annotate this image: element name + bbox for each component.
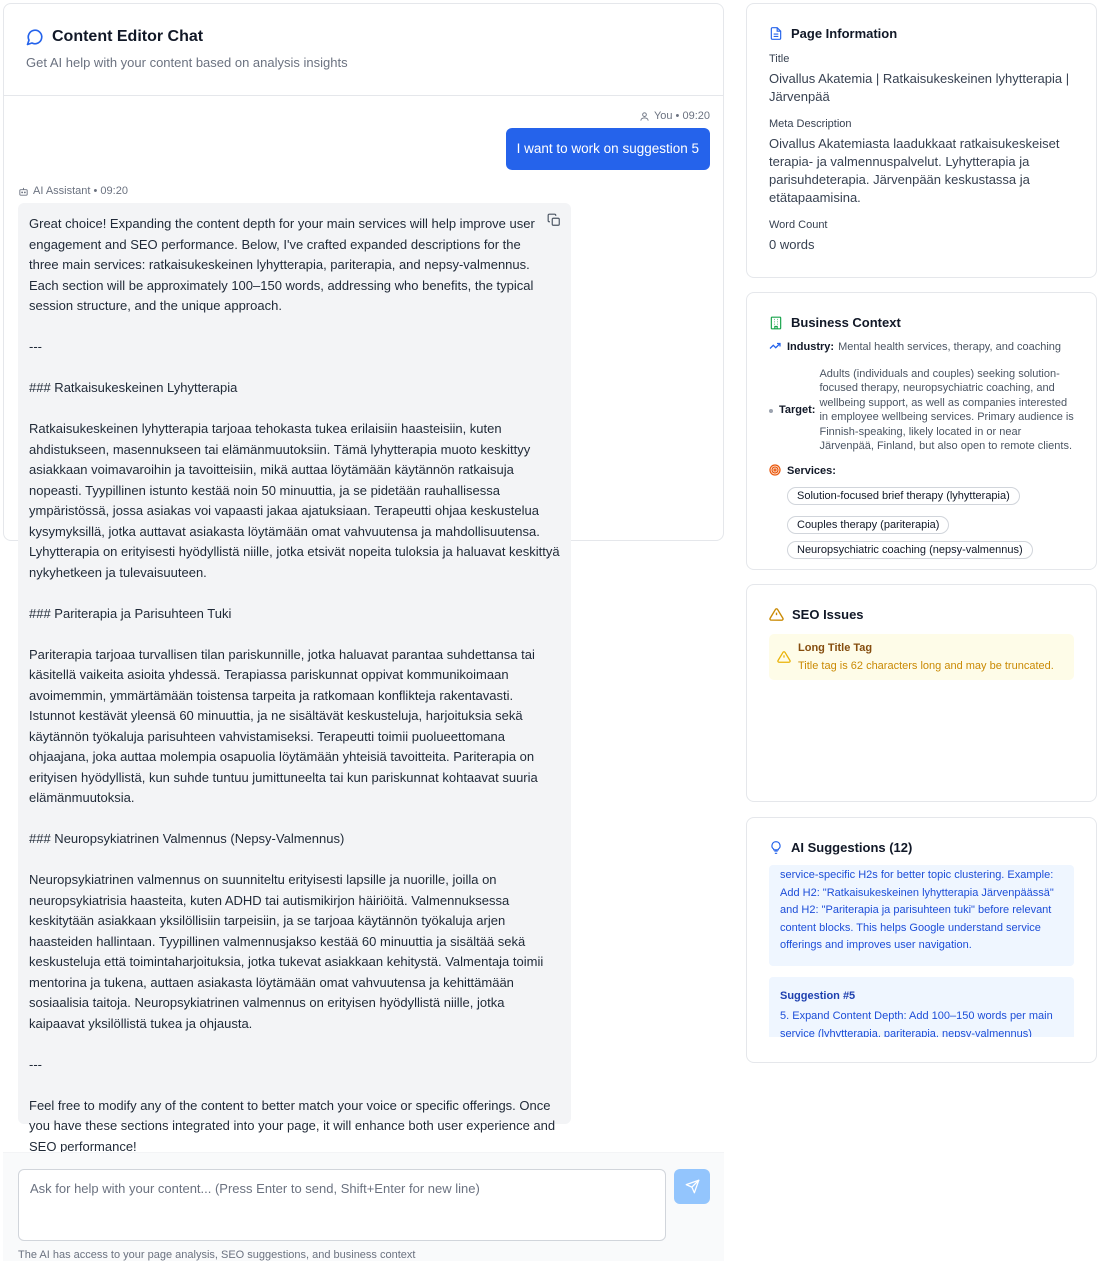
title-value: Oivallus Akatemia | Ratkaisukeskeinen ly… [769, 71, 1070, 104]
industry-value: Mental health services, therapy, and coa… [838, 341, 1062, 353]
user-message: I want to work on suggestion 5 [505, 128, 710, 170]
seo-title-row: SEO Issues [769, 607, 1074, 622]
trending-icon [769, 340, 785, 357]
message-composer: The AI has access to your page analysis,… [3, 1152, 724, 1261]
seo-issue-item: Long Title Tag Title tag is 62 character… [769, 634, 1074, 680]
page-info-heading: Page Information [791, 26, 898, 41]
suggestion-item[interactable]: service-specific H2s for better topic cl… [769, 865, 1074, 966]
chat-subtitle: Get AI help with your content based on a… [26, 55, 348, 70]
chat-title-row: Content Editor Chat [26, 28, 701, 46]
issue-text: Title tag is 62 characters long and may … [798, 660, 1054, 672]
ai-paragraph: Feel free to modify any of the content t… [29, 1097, 556, 1154]
business-heading: Business Context [791, 315, 901, 330]
seo-heading: SEO Issues [792, 607, 864, 622]
ai-paragraph: --- [29, 339, 42, 354]
ai-paragraph: ### Ratkaisukeskeinen Lyhytterapia [29, 380, 238, 395]
target-row: Target: Adults (individuals and couples)… [769, 367, 1074, 454]
copy-icon[interactable] [547, 213, 561, 234]
suggestion-text: service-specific H2s for better topic cl… [780, 869, 1054, 951]
ai-meta-text: AI Assistant • 09:20 [33, 185, 128, 197]
services-tags: Solution-focused brief therapy (lyhytter… [787, 484, 1074, 563]
composer-note: The AI has access to your page analysis,… [18, 1249, 416, 1261]
word-count-label: Word Count [769, 219, 828, 231]
ai-paragraph: Ratkaisukeskeinen lyhytterapia tarjoaa t… [29, 421, 560, 580]
target-value: Adults (individuals and couples) seeking… [819, 367, 1074, 453]
ai-paragraph: ### Neuropsykiatrinen Valmennus (Nepsy-V… [29, 831, 345, 846]
ai-paragraph: --- [29, 1056, 42, 1072]
meta-label: Meta Description [769, 118, 852, 130]
title-label: Title [769, 53, 790, 65]
ai-message-meta: AI Assistant • 09:20 [18, 185, 128, 197]
ai-suggestions-card: AI Suggestions (12) service-specific H2s… [746, 817, 1097, 1063]
suggestion-text: 5. Expand Content Depth: Add 100–150 wor… [780, 1010, 1053, 1037]
target-icon [769, 463, 785, 481]
issue-title: Long Title Tag [798, 642, 873, 654]
suggestion-title: Suggestion #5 [780, 989, 856, 1002]
page-info-card: Page Information Title Oivallus Akatemia… [746, 3, 1097, 278]
target-label: Target: [779, 403, 816, 416]
send-icon [685, 1179, 699, 1194]
service-tag: Solution-focused brief therapy (lyhytter… [787, 487, 1020, 505]
bot-icon [19, 187, 28, 196]
suggestions-title-row: AI Suggestions (12) [769, 840, 1074, 855]
ai-paragraph: ### Pariterapia ja Parisuhteen Tuki [29, 605, 232, 621]
industry-label: Industry: [787, 341, 835, 353]
service-tag: Neuropsychiatric coaching (nepsy-valmenn… [787, 541, 1033, 559]
suggestions-list[interactable]: service-specific H2s for better topic cl… [769, 865, 1074, 1037]
business-context-card: Business Context Industry: Mental health… [746, 292, 1097, 570]
ai-paragraph: Neuropsykiatrinen valmennus on suunnitel… [29, 872, 544, 1031]
page-info-title-row: Page Information [769, 26, 1074, 41]
lightbulb-icon [771, 841, 781, 854]
user-meta-text: You • 09:20 [653, 110, 710, 122]
send-button[interactable] [674, 1169, 710, 1204]
ai-paragraph: Pariterapia tarjoaa turvallisen tilan pa… [29, 646, 538, 806]
chat-bubble-icon [26, 29, 43, 46]
chat-header: Content Editor Chat Get AI help with you… [4, 4, 723, 96]
user-message-meta: You • 09:20 [639, 110, 710, 122]
document-icon [770, 27, 782, 40]
user-icon [640, 111, 649, 121]
chat-title: Content Editor Chat [52, 28, 204, 45]
service-tag: Couples therapy (pariterapia) [787, 516, 950, 534]
target-dot-icon [769, 403, 777, 418]
meta-value: Oivallus Akatemiasta laadukkaat ratkaisu… [769, 136, 1060, 205]
message-input[interactable] [18, 1169, 666, 1241]
warning-icon [769, 608, 784, 621]
business-title-row: Business Context [769, 315, 1074, 330]
seo-issues-card: SEO Issues Long Title Tag Title tag is 6… [746, 584, 1097, 802]
suggestion-item[interactable]: Suggestion #5 5. Expand Content Depth: A… [769, 976, 1074, 1037]
ai-paragraph: Great choice! Expanding the content dept… [29, 216, 535, 313]
word-count-value: 0 words [769, 237, 815, 252]
warning-icon [777, 651, 791, 663]
services-row: Services: [769, 463, 1074, 481]
services-label: Services: [787, 464, 836, 477]
suggestions-heading: AI Suggestions (12) [791, 840, 913, 855]
industry-row: Industry: Mental health services, therap… [769, 340, 1074, 357]
ai-message: Great choice! Expanding the content dept… [18, 203, 571, 1154]
building-icon [770, 316, 782, 329]
